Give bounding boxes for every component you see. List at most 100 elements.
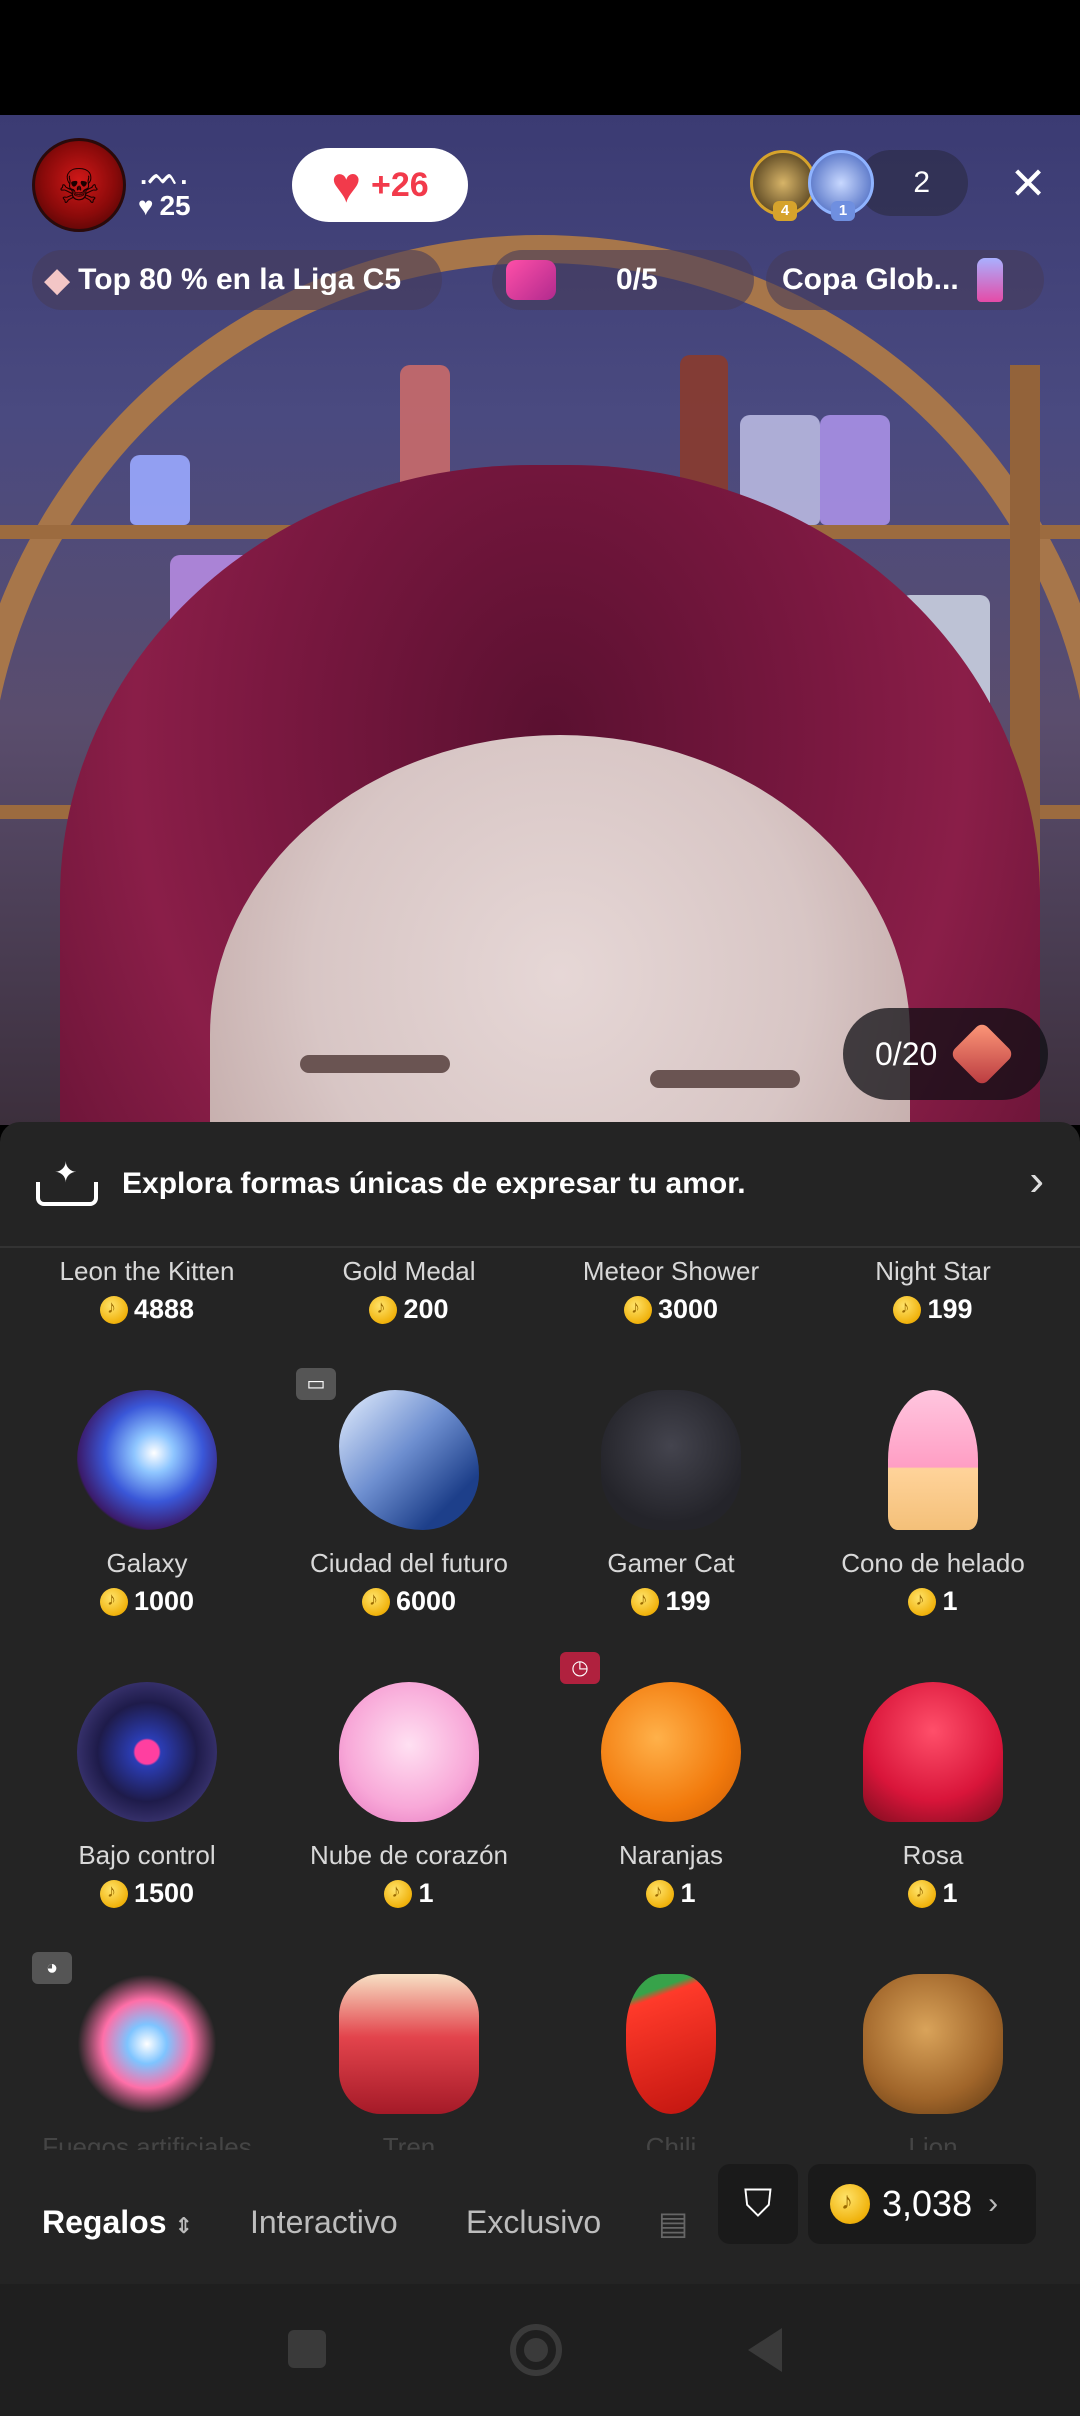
diamond-icon: ◆ (44, 261, 71, 299)
coin-balance-button[interactable]: 3,038 › (808, 2164, 1036, 2244)
coin-icon (631, 1587, 660, 1616)
gift-price-value: 6000 (395, 1586, 457, 1616)
train-icon (339, 1974, 479, 2114)
gift-item-chili[interactable]: Chili (540, 1944, 802, 2150)
open-book-icon (36, 1156, 98, 1206)
tab-exclusivo[interactable]: Exclusivo (466, 2204, 601, 2241)
gift-item-galaxy[interactable]: Galaxy 1000 (16, 1360, 278, 1650)
gift-name[interactable]: Night Star (802, 1256, 1064, 1287)
gift-item-tren[interactable]: Tren (278, 1944, 540, 2150)
rank-badge: 1 (831, 201, 855, 221)
coin-icon (908, 1879, 937, 1908)
gift-item-naranjas[interactable]: ◷ Naranjas 1 (540, 1652, 802, 1942)
explore-banner[interactable]: Explora formas únicas de expresar tu amo… (0, 1122, 1080, 1248)
gift-store-button[interactable]: ⛉ (718, 2164, 798, 2244)
chili-pepper-icon (626, 1974, 716, 2114)
coin-icon (361, 1587, 390, 1616)
gift-price-value: 1 (418, 1878, 434, 1908)
gift-item-ciudad-del-futuro[interactable]: ▭ Ciudad del futuro 6000 (278, 1360, 540, 1650)
eyebrow (650, 1070, 800, 1088)
gift-item-gamer-cat[interactable]: Gamer Cat 199 (540, 1360, 802, 1650)
banner-text: Explora formas únicas de expresar tu amo… (122, 1167, 746, 1200)
counter-value: 0/20 (875, 1035, 938, 1072)
gift-price: 199 (540, 1586, 802, 1617)
gift-item-lion[interactable]: Lion (802, 1944, 1064, 2150)
viewer-count[interactable]: 2 (858, 150, 968, 216)
system-nav-bar (0, 2284, 1080, 2416)
host-avatar[interactable] (32, 138, 126, 232)
cup-chip[interactable]: Copa Glob... (766, 250, 1044, 310)
coin-icon (830, 2184, 870, 2224)
gamer-cat-icon (601, 1390, 741, 1530)
timer-tag-icon: ◷ (560, 1652, 600, 1684)
gift-price-value: 199 (927, 1294, 973, 1324)
gift-panel: Explora formas únicas de expresar tu amo… (0, 1122, 1080, 2284)
basket-icon: ⛉ (743, 2182, 773, 2225)
futuristic-city-icon (339, 1390, 479, 1530)
home-icon[interactable] (510, 2324, 562, 2376)
like-button[interactable]: ♥ +26 (292, 148, 468, 222)
gift-item-cono-de-helado[interactable]: Cono de helado 1 (802, 1360, 1064, 1650)
host-likes: ♥ 25 (138, 190, 191, 222)
palette-tag-icon: ◕ (32, 1952, 72, 1984)
shelf-object (130, 455, 190, 525)
host-likes-count: 25 (159, 190, 191, 221)
fireworks-icon (77, 1974, 217, 2114)
gift-name[interactable]: Leon the Kitten (16, 1256, 278, 1287)
coin-icon (893, 1295, 922, 1324)
tab-interactivo[interactable]: Interactivo (250, 2204, 398, 2241)
gift-price-value: 3000 (657, 1294, 719, 1324)
gift-name: Tren (382, 2132, 436, 2150)
gift-name[interactable]: Meteor Shower (540, 1256, 802, 1287)
gift-item-fuegos-artificiales[interactable]: ◕ Fuegos artificiales (16, 1944, 278, 2150)
gift-name: Lion (908, 2132, 958, 2150)
gift-price-value: 200 (403, 1294, 449, 1324)
back-icon[interactable] (748, 2328, 782, 2372)
gift-name: Galaxy (106, 1548, 188, 1578)
gift-name: Bajo control (78, 1840, 216, 1870)
gift-name: Rosa (902, 1840, 964, 1870)
coin-icon (99, 1587, 128, 1616)
gift-item-rosa[interactable]: Rosa 1 (802, 1652, 1064, 1942)
viewer-avatar[interactable]: 1 (808, 150, 874, 221)
gift-price: 1 (278, 1878, 540, 1909)
gift-price-value: 199 (665, 1586, 711, 1616)
rose-icon (863, 1682, 1003, 1822)
gift-price-value: 1000 (133, 1586, 195, 1616)
oranges-icon (601, 1682, 741, 1822)
eyebrow (300, 1055, 450, 1073)
host-name[interactable]: .ᨓ. (140, 160, 188, 192)
lion-icon (863, 1974, 1003, 2114)
league-text: Top 80 % en la Liga C5 (78, 263, 402, 296)
gift-goal-counter[interactable]: 0/20 (843, 1008, 1048, 1100)
tab-regalos[interactable]: Regalos ⇕ (42, 2204, 193, 2241)
coin-icon (908, 1587, 937, 1616)
viewer-avatar[interactable]: 4 (750, 150, 816, 221)
close-icon[interactable]: × (1000, 154, 1056, 214)
rank-badge: 4 (773, 201, 797, 221)
trophy-icon (976, 258, 1003, 302)
gift-name: Nube de corazón (309, 1840, 509, 1870)
gift-name: Ciudad del futuro (309, 1548, 509, 1578)
vinyl-record-icon (77, 1682, 217, 1822)
like-count: +26 (371, 165, 429, 204)
gift-name: Chili (645, 2132, 697, 2150)
gift-name: Cono de helado (841, 1548, 1025, 1578)
recents-icon[interactable] (288, 2330, 326, 2368)
gift-item-nube-de-corazon[interactable]: Nube de corazón 1 (278, 1652, 540, 1942)
gift-price-value: 1500 (133, 1878, 195, 1908)
gift-price: 1 (802, 1878, 1064, 1909)
gem-icon (949, 1021, 1015, 1087)
gift-name[interactable]: Gold Medal (278, 1256, 540, 1287)
gift-item-bajo-control[interactable]: Bajo control 1500 (16, 1652, 278, 1942)
league-chip[interactable]: ◆ Top 80 % en la Liga C5 (32, 250, 442, 310)
goal-chip[interactable]: 0/5 (492, 250, 754, 310)
gift-price: 1500 (16, 1878, 278, 1909)
viewer-count-value: 2 (913, 166, 930, 199)
gift-price-value: 1 (680, 1878, 696, 1908)
video-tag-icon: ▭ (296, 1368, 336, 1400)
coin-balance: 3,038 (882, 2183, 973, 2224)
gift-price: 1 (802, 1586, 1064, 1617)
gift-price: 6000 (278, 1586, 540, 1617)
more-tabs-icon[interactable]: ▤ (658, 2204, 688, 2242)
